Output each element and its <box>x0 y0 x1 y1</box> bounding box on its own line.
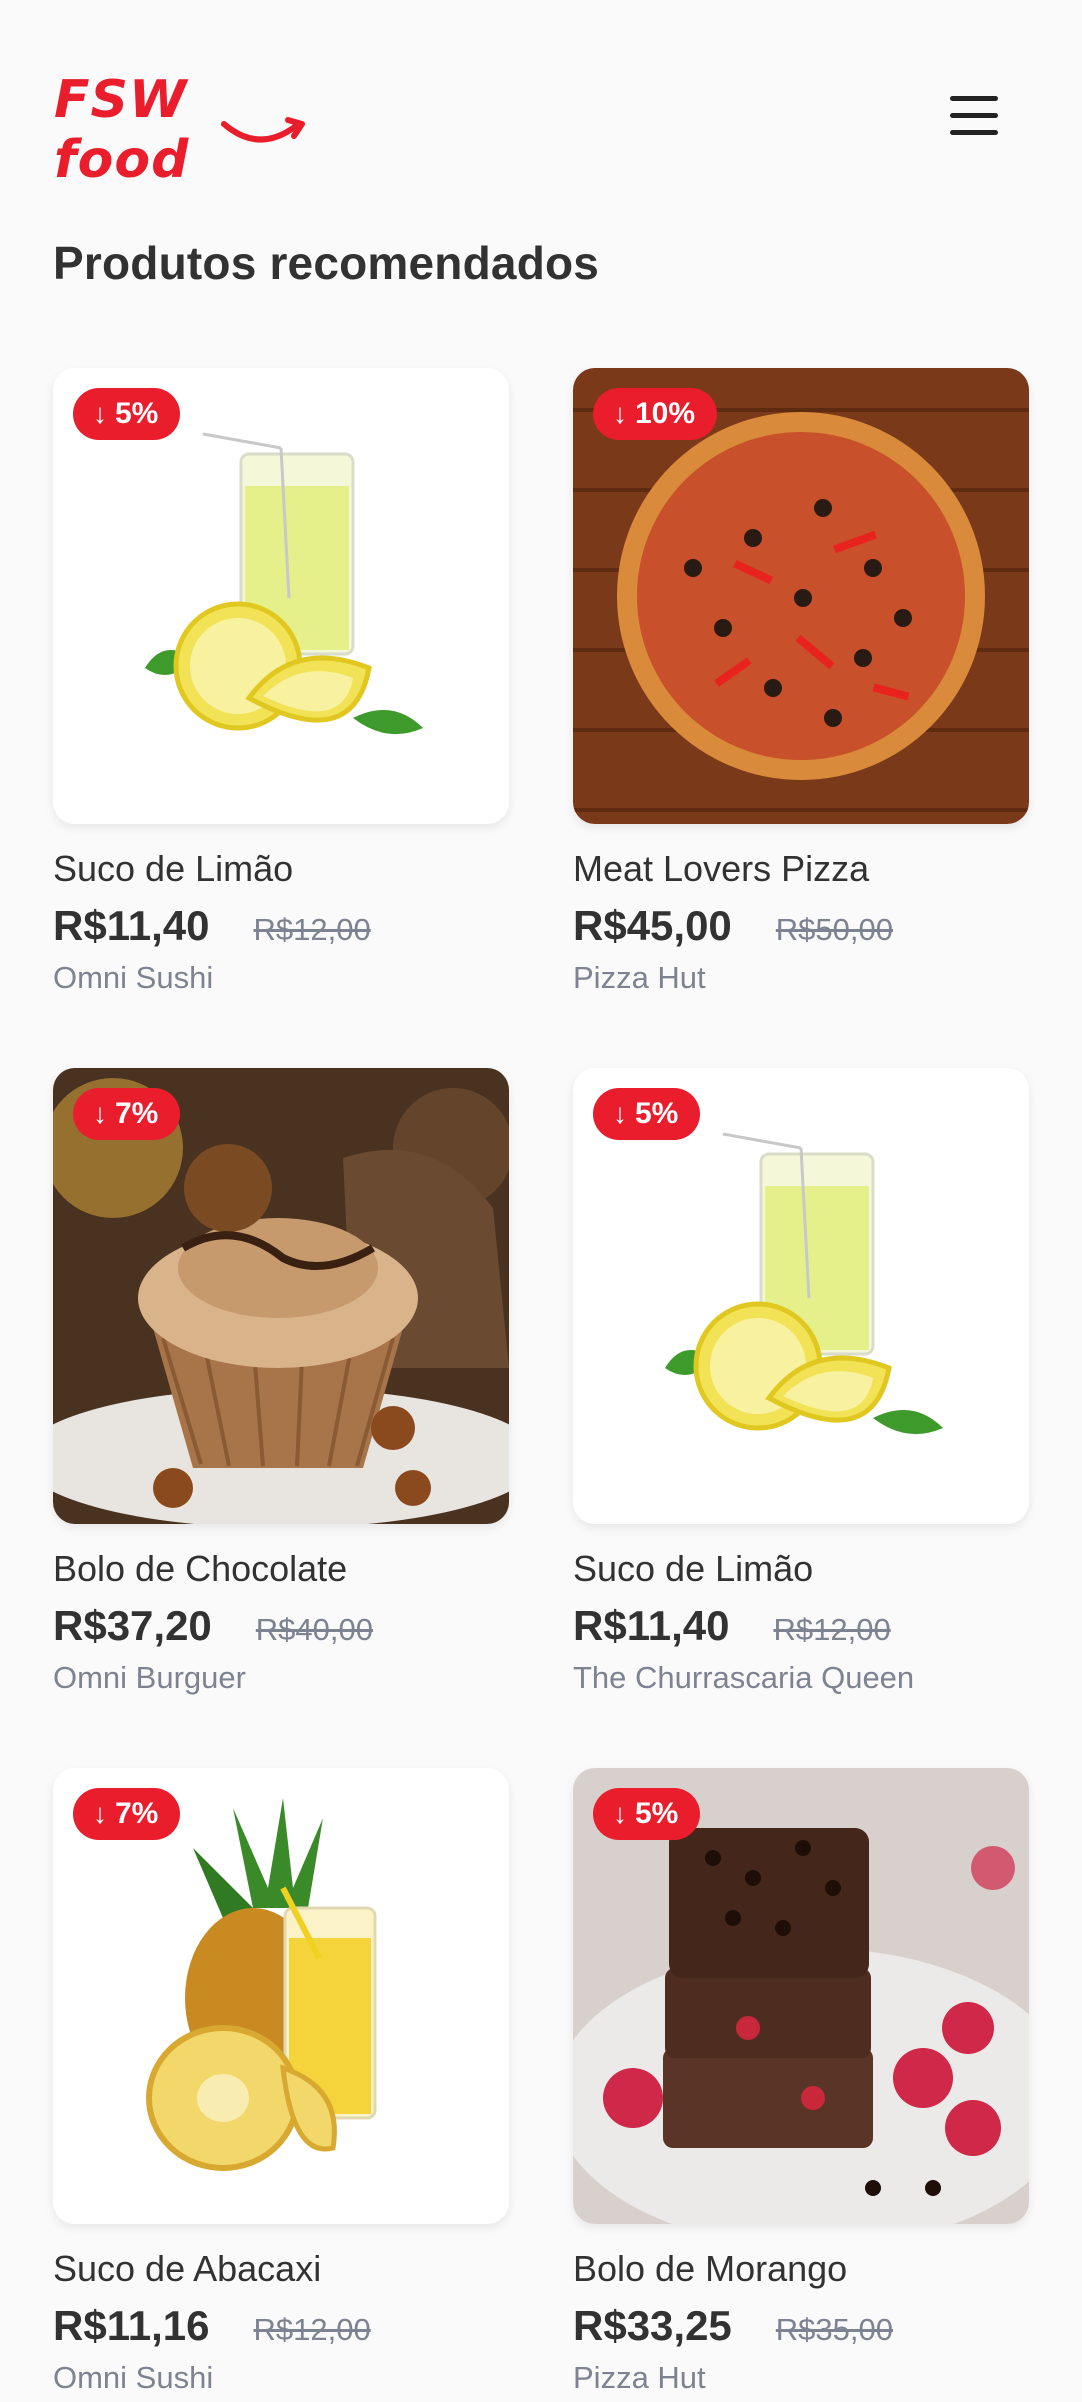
discount-value: 7% <box>115 1797 159 1830</box>
product-image[interactable]: ↓ 7% <box>53 1768 509 2224</box>
product-card[interactable]: ↓ 5% Bolo de Morango R$33,25 R$35,00 Piz… <box>573 1768 1029 2396</box>
product-name: Suco de Limão <box>573 1548 814 1589</box>
discount-badge: ↓ 7% <box>73 1788 181 1840</box>
arrow-down-icon: ↓ <box>93 398 107 429</box>
header: FSW food <box>0 0 1082 200</box>
discount-badge: ↓ 10% <box>593 388 718 440</box>
discount-value: 5% <box>635 1097 679 1130</box>
product-name: Bolo de Morango <box>573 2248 848 2289</box>
product-price: R$45,00 <box>573 902 732 949</box>
product-price: R$11,40 <box>573 1602 730 1649</box>
product-image[interactable]: ↓ 7% <box>53 1068 509 1524</box>
arrow-down-icon: ↓ <box>613 398 627 429</box>
restaurant-name: Pizza Hut <box>573 960 706 995</box>
price-row: R$37,20 R$40,00 <box>53 1602 509 1650</box>
discount-value: 10% <box>635 397 696 430</box>
price-row: R$11,40 R$12,00 <box>573 1602 1029 1650</box>
product-image[interactable]: ↓ 10% <box>573 368 1029 824</box>
discount-badge: ↓ 5% <box>593 1788 701 1840</box>
restaurant-name: Pizza Hut <box>573 2360 706 2395</box>
product-name: Suco de Limão <box>53 848 294 889</box>
restaurant-name: Omni Burguer <box>53 1660 246 1695</box>
product-image[interactable]: ↓ 5% <box>573 1068 1029 1524</box>
logo[interactable]: FSW food <box>54 70 316 190</box>
arrow-down-icon: ↓ <box>93 1798 107 1829</box>
product-price: R$37,20 <box>53 1602 212 1649</box>
product-card[interactable]: ↓ 5% Suco de Limão R$11,40 R$12,00 Omni … <box>53 368 509 996</box>
page-title: Produtos recomendados <box>53 237 600 289</box>
product-image[interactable]: ↓ 5% <box>53 368 509 824</box>
arrow-down-icon: ↓ <box>613 1798 627 1829</box>
product-old-price: R$35,00 <box>775 2312 894 2347</box>
arrow-down-icon: ↓ <box>613 1098 627 1129</box>
product-price: R$11,40 <box>53 902 210 949</box>
product-card[interactable]: ↓ 7% Bolo de Chocolate R$37,20 R$40,00 O… <box>53 1068 509 1696</box>
product-name: Meat Lovers Pizza <box>573 848 870 889</box>
price-row: R$11,16 R$12,00 <box>53 2302 509 2350</box>
product-old-price: R$12,00 <box>253 2312 371 2347</box>
price-row: R$33,25 R$35,00 <box>573 2302 1029 2350</box>
product-old-price: R$40,00 <box>255 1612 374 1647</box>
discount-value: 7% <box>115 1097 159 1130</box>
product-image[interactable]: ↓ 5% <box>573 1768 1029 2224</box>
product-old-price: R$12,00 <box>773 1612 891 1647</box>
hamburger-menu-icon[interactable] <box>944 88 1008 142</box>
discount-badge: ↓ 5% <box>73 388 181 440</box>
restaurant-name: Omni Sushi <box>53 2360 214 2395</box>
discount-badge: ↓ 5% <box>593 1088 701 1140</box>
product-price: R$33,25 <box>573 2302 732 2349</box>
discount-value: 5% <box>115 397 159 430</box>
product-name: Suco de Abacaxi <box>53 2248 322 2289</box>
product-name: Bolo de Chocolate <box>53 1548 348 1589</box>
discount-badge: ↓ 7% <box>73 1088 181 1140</box>
arrow-down-icon: ↓ <box>93 1098 107 1129</box>
product-old-price: R$50,00 <box>775 912 894 947</box>
product-card[interactable]: ↓ 10% Meat Lovers Pizza R$45,00 R$50,00 … <box>573 368 1029 996</box>
restaurant-name: Omni Sushi <box>53 960 214 995</box>
product-price: R$11,16 <box>53 2302 210 2349</box>
restaurant-name: The Churrascaria Queen <box>573 1660 915 1695</box>
price-row: R$11,40 R$12,00 <box>53 902 509 950</box>
discount-value: 5% <box>635 1797 679 1830</box>
logo-smile-icon <box>221 117 305 143</box>
price-row: R$45,00 R$50,00 <box>573 902 1029 950</box>
product-card[interactable]: ↓ 7% Suco de Abacaxi R$11,16 R$12,00 Omn… <box>53 1768 509 2396</box>
product-card[interactable]: ↓ 5% Suco de Limão R$11,40 R$12,00 The C… <box>573 1068 1029 1696</box>
product-old-price: R$12,00 <box>253 912 371 947</box>
